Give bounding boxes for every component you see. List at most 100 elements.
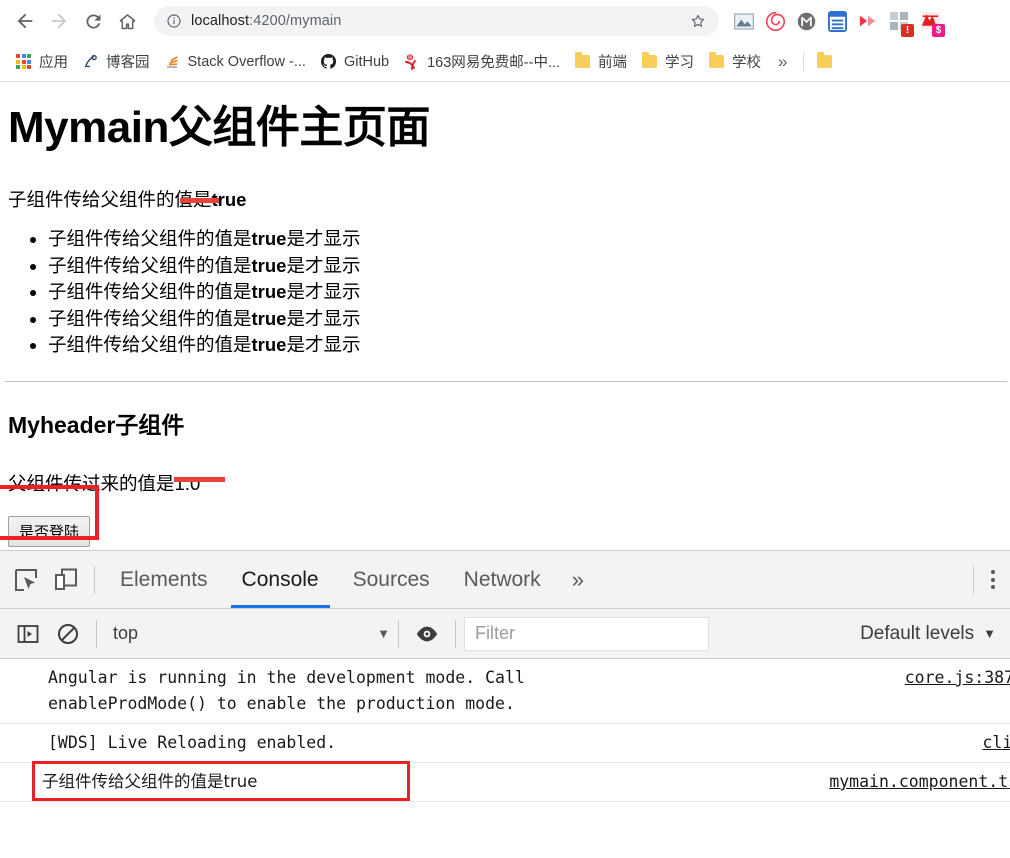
bookmark-label: 博客园: [106, 55, 150, 71]
more-options-icon[interactable]: [982, 570, 1004, 589]
device-toolbar-button[interactable]: [46, 560, 86, 600]
console-context-value: top: [113, 623, 139, 643]
live-expression-icon: [416, 626, 438, 641]
puzzle-extension-icon[interactable]: !: [886, 8, 914, 37]
bookmark-label: 应用: [39, 55, 68, 71]
console-message-text: Angular is running in the development mo…: [48, 668, 525, 713]
console-toolbar-divider-3: [455, 619, 456, 648]
red-play-extension-icon[interactable]: [855, 8, 881, 34]
bookmark-folder-study[interactable]: 学习: [634, 48, 701, 76]
device-toolbar-icon: [55, 568, 77, 590]
shopping-badge: $: [932, 24, 945, 37]
list-item-value: true: [251, 281, 287, 303]
stackoverflow-icon: [164, 53, 181, 70]
back-button[interactable]: [8, 4, 42, 38]
list-item-prefix: 子组件传给父组件的值是: [48, 307, 252, 329]
list-item: 子组件传给父组件的值是true是才显示: [48, 332, 1002, 359]
console-context-select[interactable]: top ▼: [105, 623, 390, 644]
page-content: Mymain父组件主页面 子组件传给父组件的值是true 子组件传给父组件的值是…: [0, 82, 1010, 550]
bookmark-folder-school[interactable]: 学校: [701, 48, 768, 76]
list-item-suffix: 是才显示: [286, 228, 361, 250]
console-message-text: [WDS] Live Reloading enabled.: [48, 733, 337, 752]
login-check-button[interactable]: 是否登陆: [8, 515, 91, 547]
url-path: :4200/mymain: [249, 13, 342, 29]
section-divider: [5, 380, 1007, 382]
tab-sources[interactable]: Sources: [336, 552, 447, 608]
bookmark-label: GitHub: [343, 53, 390, 70]
spiral-extension-icon[interactable]: [762, 8, 788, 34]
folder-icon: [708, 52, 725, 70]
browser-toolbar: localhost:4200/mymain ! $: [0, 0, 1010, 42]
forward-arrow-icon: [51, 13, 67, 29]
bookmark-star-icon[interactable]: [681, 12, 707, 30]
bookmark-folder-frontend[interactable]: 前端: [567, 48, 634, 76]
home-button[interactable]: [110, 4, 144, 38]
inspect-element-icon: [15, 568, 37, 591]
conditional-list: 子组件传给父组件的值是true是才显示 子组件传给父组件的值是true是才显示 …: [8, 226, 1002, 359]
console-levels-select[interactable]: Default levels ▼: [860, 623, 1002, 645]
inspect-element-button[interactable]: [6, 560, 46, 600]
bookmarks-overflow-button[interactable]: »: [768, 52, 797, 72]
console-filter-input[interactable]: [464, 616, 709, 651]
list-item: 子组件传给父组件的值是true是才显示: [48, 279, 1002, 306]
address-bar-url: localhost:4200/mymain: [191, 13, 341, 29]
console-message-row[interactable]: Angular is running in the development mo…: [0, 659, 1010, 724]
tabs-overflow-button[interactable]: »: [558, 567, 598, 593]
console-toolbar: top ▼ Default levels ▼: [0, 609, 1010, 659]
folder-icon: [641, 52, 658, 70]
bookmark-folder-extra[interactable]: [809, 48, 847, 76]
console-message-source[interactable]: core.js:387: [905, 665, 1010, 691]
url-host: localhost: [191, 13, 250, 29]
address-bar[interactable]: localhost:4200/mymain: [154, 6, 719, 36]
list-item-suffix: 是才显示: [286, 281, 361, 303]
list-item-suffix: 是才显示: [286, 334, 361, 356]
console-message-source[interactable]: mymain.component.ts:: [829, 769, 1010, 795]
tab-network[interactable]: Network: [447, 552, 558, 608]
console-message-row[interactable]: [WDS] Live Reloading enabled. client:: [0, 724, 1010, 763]
list-item: 子组件传给父组件的值是true是才显示: [48, 253, 1002, 280]
list-item-suffix: 是才显示: [286, 254, 361, 276]
image-extension-icon[interactable]: [731, 8, 757, 34]
page-title: Mymain父组件主页面: [8, 103, 430, 152]
child-value-text: 父组件传过来的值是1.0: [8, 470, 1002, 496]
console-toolbar-divider: [96, 619, 97, 648]
child-component-title: Myheader子组件: [8, 411, 185, 438]
chevron-down-icon: ▼: [983, 626, 996, 641]
chevron-down-icon: ▼: [377, 626, 390, 641]
browser-chrome: localhost:4200/mymain ! $ 应用 博客园 Stack O…: [0, 0, 1010, 82]
console-messages[interactable]: Angular is running in the development mo…: [0, 659, 1010, 843]
bookmark-github[interactable]: GitHub: [313, 48, 396, 76]
list-item-prefix: 子组件传给父组件的值是: [48, 334, 252, 356]
shopping-extension-icon[interactable]: $: [917, 8, 945, 37]
list-item-value: true: [251, 307, 287, 329]
forward-button[interactable]: [42, 4, 76, 38]
bookmark-netease-mail[interactable]: 易 163网易免费邮--中...: [396, 48, 567, 76]
console-sidebar-button[interactable]: [8, 614, 48, 654]
bookmark-apps[interactable]: 应用: [8, 48, 75, 76]
console-sidebar-icon: [17, 624, 39, 643]
back-arrow-icon: [17, 13, 33, 29]
bookmark-label: 学校: [732, 55, 762, 71]
live-expression-button[interactable]: [407, 614, 447, 654]
tab-console[interactable]: Console: [225, 552, 336, 608]
devtools-tabbar: Elements Console Sources Network »: [0, 551, 1010, 609]
m-circle-extension-icon[interactable]: [793, 8, 819, 34]
bookmark-label: 163网易免费邮--中...: [427, 55, 561, 71]
list-item-prefix: 子组件传给父组件的值是: [48, 281, 252, 303]
cnblogs-icon: [82, 53, 99, 70]
notes-extension-icon[interactable]: [824, 8, 850, 34]
bookmark-label: 学习: [665, 55, 695, 71]
bookmark-cnblogs[interactable]: 博客园: [75, 48, 157, 76]
bookmark-stackoverflow[interactable]: Stack Overflow -...: [157, 48, 313, 76]
reload-button[interactable]: [76, 4, 110, 38]
site-info-icon[interactable]: [166, 13, 182, 29]
console-message-source[interactable]: client:: [982, 730, 1010, 756]
console-message-row[interactable]: 子组件传给父组件的值是true mymain.component.ts:: [0, 761, 1010, 802]
tab-elements[interactable]: Elements: [103, 552, 225, 608]
bookmark-label: Stack Overflow -...: [187, 53, 306, 70]
clear-console-button[interactable]: [48, 614, 88, 654]
clear-console-icon: [58, 623, 78, 644]
bookmarks-divider: [802, 52, 804, 71]
child-value-prefix: 父组件传过来的值是: [8, 472, 175, 494]
extension-icons: ! $: [731, 8, 945, 37]
